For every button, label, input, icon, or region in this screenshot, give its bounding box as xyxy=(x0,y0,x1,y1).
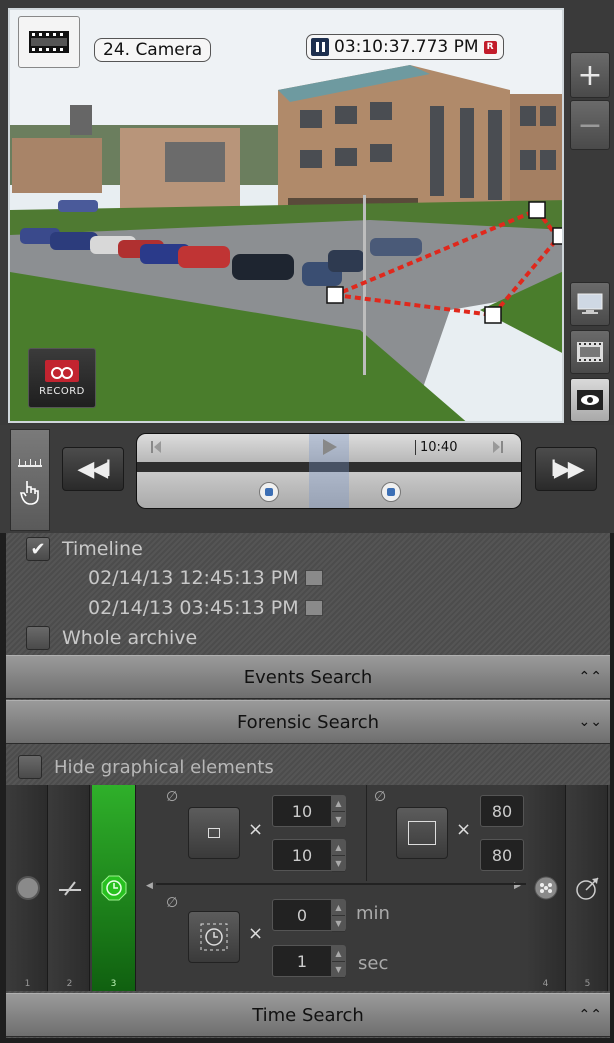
time-search-label: Time Search xyxy=(252,1004,364,1026)
whole-archive-checkbox[interactable] xyxy=(26,626,50,650)
camera-name: 24. Camera xyxy=(94,38,212,62)
small-square-icon xyxy=(208,828,220,838)
hide-graphical-checkbox[interactable] xyxy=(18,755,42,779)
forensic-search-header[interactable]: Forensic Search ⌄⌄ xyxy=(6,700,610,744)
hand-icon xyxy=(19,481,39,505)
dwell-min-input[interactable]: 0 ▲ ▼ xyxy=(272,899,346,932)
max-height-input[interactable]: 80 xyxy=(480,839,524,871)
film-strip-icon xyxy=(577,342,603,362)
calendar-icon[interactable] xyxy=(304,570,323,586)
timeline-track[interactable]: 10:40 xyxy=(136,433,522,509)
times-symbol: × xyxy=(248,923,264,944)
hide-graphical-option[interactable]: Hide graphical elements xyxy=(18,755,274,779)
min-width-input[interactable]: 10 ▲ ▼ xyxy=(272,795,346,828)
motion-icon xyxy=(15,876,40,900)
unlink-icon[interactable]: ∅ xyxy=(374,789,386,805)
pause-icon[interactable] xyxy=(311,38,329,56)
film-icon[interactable] xyxy=(18,16,80,68)
previous-button[interactable]: ◀◀I xyxy=(62,447,124,491)
direction-icon xyxy=(575,877,599,900)
whole-archive-option[interactable]: Whole archive xyxy=(26,626,197,650)
play-icon xyxy=(323,439,337,455)
timeline-area: ◀◀I 10:40 I▶▶ xyxy=(0,425,614,533)
max-size-button[interactable] xyxy=(396,807,448,859)
zoom-in-button[interactable]: + xyxy=(570,52,610,98)
line-cross-icon xyxy=(58,881,81,896)
date-to-row[interactable]: 02/14/13 03:45:13 PM xyxy=(88,597,323,619)
min-height-input[interactable]: 10 ▲ ▼ xyxy=(272,839,346,872)
zoom-out-button[interactable]: − xyxy=(570,100,610,150)
timestamp-badge: 03:10:37.773 PM R xyxy=(306,34,504,60)
next-button[interactable]: I▶▶ xyxy=(535,447,597,491)
whole-archive-label: Whole archive xyxy=(62,627,198,649)
date-from[interactable]: 02/14/13 12:45:13 PM xyxy=(88,567,299,589)
chevron-down-icon: ⌄⌄ xyxy=(578,714,602,730)
time-search-header[interactable]: Time Search ⌃⌃ xyxy=(6,993,610,1037)
timeline-checkbox[interactable]: ✔ xyxy=(26,537,50,561)
tool-motion[interactable]: 1 xyxy=(8,785,48,991)
unlink-icon[interactable]: ∅ xyxy=(166,789,178,805)
camera-view[interactable]: 24. Camera 03:10:37.773 PM R RECORD xyxy=(8,8,564,423)
interval-end-marker[interactable] xyxy=(381,482,401,502)
timeline-option[interactable]: ✔ Timeline xyxy=(26,537,143,561)
ruler-icon xyxy=(18,459,42,467)
live-view-button[interactable] xyxy=(570,282,610,326)
search-mode-button[interactable] xyxy=(570,378,610,422)
times-symbol: × xyxy=(456,819,472,840)
dwell-time-button[interactable] xyxy=(188,911,240,963)
tool-line-cross[interactable]: 2 xyxy=(50,785,90,991)
timestamp-text: 03:10:37.773 PM xyxy=(334,37,479,57)
dwell-sec-input[interactable]: 1 ▲ ▼ xyxy=(272,945,346,978)
step-back-icon xyxy=(151,441,161,453)
large-square-icon xyxy=(408,821,436,845)
min-unit: min xyxy=(356,903,390,924)
monitor-icon xyxy=(577,293,603,314)
timeline-time-tick: 10:40 xyxy=(415,440,457,455)
timer-icon xyxy=(200,923,228,951)
chevron-up-icon: ⌃⌃ xyxy=(578,669,602,685)
tool-crowd[interactable]: 4 xyxy=(526,785,566,991)
times-symbol: × xyxy=(248,819,264,840)
date-to[interactable]: 02/14/13 03:45:13 PM xyxy=(88,597,299,619)
eye-icon xyxy=(577,390,603,410)
record-label: RECORD xyxy=(39,385,85,397)
interval-start-marker[interactable] xyxy=(259,482,279,502)
timeline-label: Timeline xyxy=(62,538,143,560)
archive-button[interactable] xyxy=(570,330,610,374)
clock-icon xyxy=(101,875,126,901)
sec-unit: sec xyxy=(358,953,389,974)
search-panel: ✔ Timeline 02/14/13 12:45:13 PM 02/14/13… xyxy=(6,533,610,1038)
tool-direction[interactable]: 5 xyxy=(568,785,608,991)
step-forward-icon xyxy=(493,441,503,453)
max-width-input[interactable]: 80 xyxy=(480,795,524,827)
events-search-label: Events Search xyxy=(243,666,373,688)
rec-indicator: R xyxy=(483,40,497,54)
events-search-header[interactable]: Events Search ⌃⌃ xyxy=(6,655,610,699)
min-size-button[interactable] xyxy=(188,807,240,859)
forensic-tools: 1 2 3 ◀ ▶ ∅ × 10 ▲ ▼ 10 ▲ ▼ ∅ × 80 80 ∅ … xyxy=(6,785,610,991)
record-button[interactable]: RECORD xyxy=(28,348,96,408)
hide-graphical-label: Hide graphical elements xyxy=(54,756,274,778)
calendar-icon[interactable] xyxy=(304,600,323,616)
record-icon xyxy=(45,359,79,382)
date-from-row[interactable]: 02/14/13 12:45:13 PM xyxy=(88,567,323,589)
forensic-search-label: Forensic Search xyxy=(236,711,380,733)
timeline-hand-tool[interactable] xyxy=(10,429,50,531)
unlink-icon[interactable]: ∅ xyxy=(166,895,178,911)
camera-area: 24. Camera 03:10:37.773 PM R RECORD + − xyxy=(0,0,614,425)
crowd-icon xyxy=(534,876,557,900)
chevron-up-icon: ⌃⌃ xyxy=(578,1007,602,1023)
tool-loitering[interactable]: 3 xyxy=(92,785,136,991)
scroll-left-icon[interactable]: ◀ xyxy=(146,881,153,891)
